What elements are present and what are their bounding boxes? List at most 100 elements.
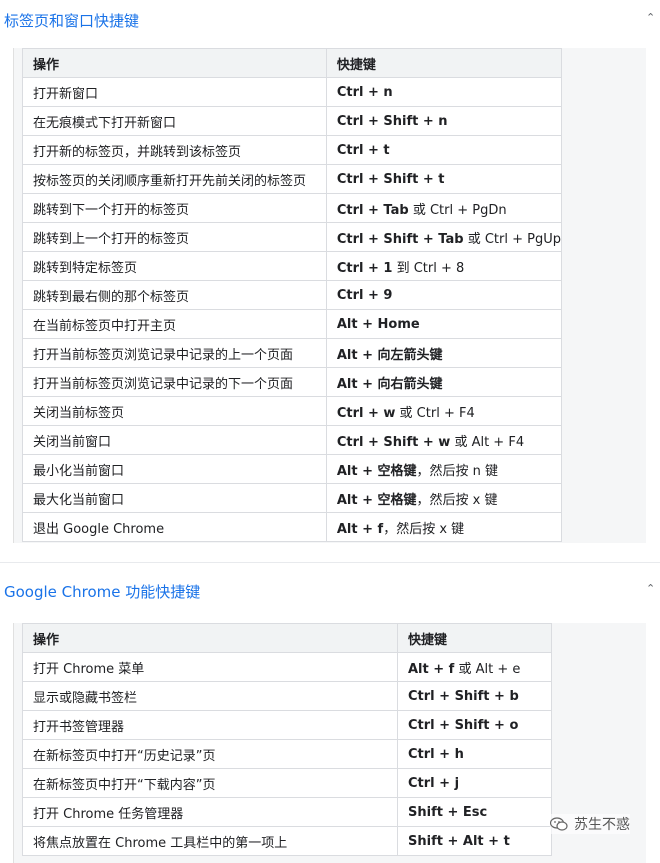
shortcut-keys: Alt + 空格键: [336, 492, 417, 508]
shortcut-keys: Ctrl + Shift + Tab: [336, 231, 464, 247]
shortcut-keys: Shift + Esc: [408, 804, 488, 820]
table-row: 在当前标签页中打开主页 Alt + Home: [22, 309, 563, 339]
shortcut-note: 到 Ctrl + 8: [392, 260, 465, 276]
action-cell: 在无痕模式下打开新窗口: [22, 106, 327, 136]
shortcut-note: 或 Ctrl + PgDn: [408, 202, 507, 218]
shortcut-cell: Ctrl + Shift + b: [397, 681, 552, 711]
action-cell: 打开当前标签页浏览记录中记录的上一个页面: [22, 338, 327, 368]
section-title: Google Chrome 功能快捷键: [4, 583, 201, 601]
wechat-icon: [549, 817, 568, 831]
action-cell: 跳转到特定标签页: [22, 251, 327, 281]
shortcut-keys: Alt + Home: [336, 316, 420, 332]
shortcut-keys: Shift + Alt + t: [408, 833, 510, 849]
column-header-shortcut: 快捷键: [397, 623, 552, 653]
shortcut-keys: Alt + 向右箭头键: [336, 376, 443, 392]
table-row: 跳转到上一个打开的标签页 Ctrl + Shift + Tab 或 Ctrl + …: [22, 222, 563, 252]
shortcut-note: 或 Ctrl + F4: [395, 405, 475, 421]
table-row: 跳转到最右侧的那个标签页 Ctrl + 9: [22, 280, 563, 310]
shortcut-keys: Ctrl + Shift + b: [408, 688, 519, 704]
table-row: 退出 Google Chrome Alt + f，然后按 x 键: [22, 512, 563, 542]
table-row: 最大化当前窗口 Alt + 空格键，然后按 x 键: [22, 483, 563, 513]
watermark-text: 苏生不惑: [574, 817, 630, 833]
shortcut-cell: Alt + f，然后按 x 键: [325, 512, 563, 542]
shortcut-cell: Ctrl + Shift + w 或 Alt + F4: [325, 425, 563, 455]
table-row: 在新标签页中打开“历史记录”页 Ctrl + h: [22, 739, 552, 769]
shortcut-cell: Shift + Alt + t: [397, 826, 552, 856]
shortcut-cell: Ctrl + Tab 或 Ctrl + PgDn: [325, 193, 563, 223]
shortcut-keys: Alt + f: [408, 661, 455, 677]
shortcut-note: ，然后按 x 键: [416, 492, 498, 508]
shortcut-cell: Alt + Home: [325, 309, 563, 339]
action-cell: 显示或隐藏书签栏: [22, 681, 398, 711]
action-cell: 打开当前标签页浏览记录中记录的下一个页面: [22, 367, 327, 397]
chevron-up-icon[interactable]: ⌃: [646, 12, 658, 24]
chevron-up-icon[interactable]: ⌃: [646, 583, 658, 595]
shortcut-cell: Ctrl + Shift + Tab 或 Ctrl + PgUp: [325, 222, 563, 252]
shortcut-cell: Alt + 向左箭头键: [325, 338, 563, 368]
section-header[interactable]: Google Chrome 功能快捷键 ⌃: [0, 571, 660, 611]
shortcut-note: ，然后按 x 键: [383, 521, 465, 537]
shortcut-keys: Ctrl + Tab: [336, 202, 409, 218]
table-row: 打开 Chrome 菜单 Alt + f 或 Alt + e: [22, 652, 552, 682]
shortcut-note: ，然后按 n 键: [416, 463, 499, 479]
shortcut-cell: Ctrl + n: [325, 77, 563, 107]
action-cell: 打开新的标签页，并跳转到该标签页: [22, 135, 327, 165]
shortcut-keys: Ctrl + 1: [336, 260, 393, 276]
column-header-action: 操作: [22, 623, 398, 653]
shortcut-cell: Ctrl + Shift + t: [325, 164, 563, 194]
action-cell: 关闭当前标签页: [22, 396, 327, 426]
table-row: 关闭当前标签页 Ctrl + w 或 Ctrl + F4: [22, 396, 563, 426]
action-cell: 打开新窗口: [22, 77, 327, 107]
shortcut-cell: Shift + Esc: [397, 797, 552, 827]
table-row: 关闭当前窗口 Ctrl + Shift + w 或 Alt + F4: [22, 425, 563, 455]
table-row: 打开当前标签页浏览记录中记录的上一个页面 Alt + 向左箭头键: [22, 338, 563, 368]
shortcut-keys: Ctrl + Shift + t: [336, 171, 445, 187]
watermark: 苏生不惑: [549, 814, 630, 834]
action-cell: 最小化当前窗口: [22, 454, 327, 484]
shortcut-table: 操作 快捷键 打开 Chrome 菜单 Alt + f 或 Alt + e 显示或隐…: [22, 623, 552, 856]
section-header[interactable]: 标签页和窗口快捷键 ⌃: [0, 0, 660, 40]
action-cell: 跳转到下一个打开的标签页: [22, 193, 327, 223]
table-header-row: 操作 快捷键: [22, 48, 563, 78]
shortcut-cell: Ctrl + j: [397, 768, 552, 798]
shortcut-cell: Alt + 空格键，然后按 x 键: [325, 483, 563, 513]
shortcut-keys: Ctrl + Shift + o: [408, 717, 519, 733]
table-row: 跳转到下一个打开的标签页 Ctrl + Tab 或 Ctrl + PgDn: [22, 193, 563, 223]
shortcut-cell: Ctrl + h: [397, 739, 552, 769]
table-row: 打开新的标签页，并跳转到该标签页 Ctrl + t: [22, 135, 563, 165]
shortcut-keys: Ctrl + h: [408, 746, 464, 762]
table-row: 打开当前标签页浏览记录中记录的下一个页面 Alt + 向右箭头键: [22, 367, 563, 397]
column-header-shortcut: 快捷键: [325, 48, 563, 78]
table-row: 打开新窗口 Ctrl + n: [22, 77, 563, 107]
shortcut-keys: Ctrl + j: [408, 775, 460, 791]
table-row: 将焦点放置在 Chrome 工具栏中的第一项上 Shift + Alt + t: [22, 826, 552, 856]
table-row: 跳转到特定标签页 Ctrl + 1 到 Ctrl + 8: [22, 251, 563, 281]
shortcut-cell: Ctrl + w 或 Ctrl + F4: [325, 396, 563, 426]
action-cell: 跳转到最右侧的那个标签页: [22, 280, 327, 310]
shortcut-cell: Ctrl + 1 到 Ctrl + 8: [325, 251, 563, 281]
action-cell: 在当前标签页中打开主页: [22, 309, 327, 339]
shortcut-keys: Ctrl + Shift + n: [336, 113, 448, 129]
table-row: 按标签页的关闭顺序重新打开先前关闭的标签页 Ctrl + Shift + t: [22, 164, 563, 194]
shortcut-table: 操作 快捷键 打开新窗口 Ctrl + n 在无痕模式下打开新窗口 Ctrl + Sh…: [22, 48, 563, 542]
shortcut-keys: Ctrl + Shift + w: [336, 434, 451, 450]
shortcut-keys: Alt + 空格键: [336, 463, 417, 479]
shortcut-cell: Alt + 空格键，然后按 n 键: [325, 454, 563, 484]
action-cell: 在新标签页中打开“历史记录”页: [22, 739, 398, 769]
shortcut-keys: Ctrl + t: [336, 142, 390, 158]
shortcut-keys: Ctrl + 9: [336, 287, 393, 303]
table-row: 最小化当前窗口 Alt + 空格键，然后按 n 键: [22, 454, 563, 484]
column-header-action: 操作: [22, 48, 327, 78]
table-row: 在新标签页中打开“下载内容”页 Ctrl + j: [22, 768, 552, 798]
shortcut-cell: Ctrl + 9: [325, 280, 563, 310]
action-cell: 打开书签管理器: [22, 710, 398, 740]
shortcut-keys: Ctrl + n: [336, 84, 393, 100]
action-cell: 退出 Google Chrome: [22, 512, 327, 542]
action-cell: 在新标签页中打开“下载内容”页: [22, 768, 398, 798]
shortcut-cell: Alt + 向右箭头键: [325, 367, 563, 397]
shortcut-keys: Alt + 向左箭头键: [336, 347, 443, 363]
shortcut-note: 或 Alt + F4: [450, 434, 525, 450]
shortcut-note: 或 Alt + e: [454, 661, 521, 677]
action-cell: 按标签页的关闭顺序重新打开先前关闭的标签页: [22, 164, 327, 194]
section-tabs-windows: 标签页和窗口快捷键 ⌃ 操作 快捷键 打开新窗口 Ctrl + n 在无痕模式下打开…: [0, 0, 660, 543]
